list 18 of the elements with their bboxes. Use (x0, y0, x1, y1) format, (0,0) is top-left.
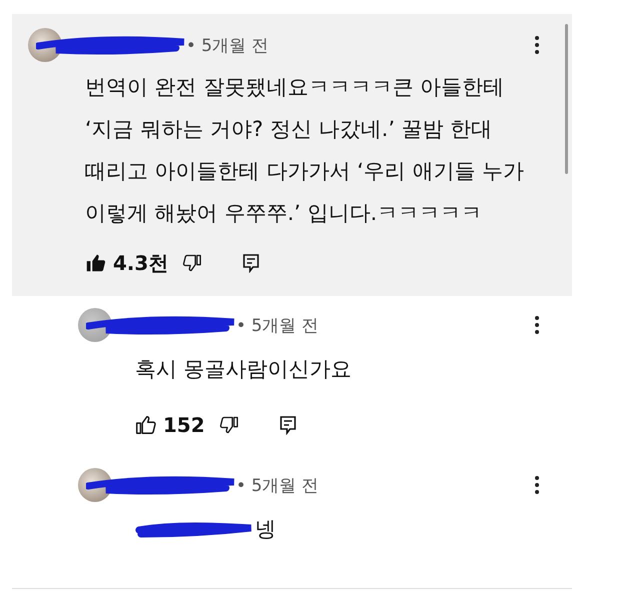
dislike-icon[interactable] (182, 253, 202, 273)
like-count: 152 (163, 413, 205, 437)
comment-text: 혹시 몽골사람이신가요 (135, 356, 353, 383)
comment-text: 번역이 완전 잘못됐네요ㅋㅋㅋㅋ큰 아들한테 ‘지금 뭐하는 거야? 정신 나갔네.’ 꿀밤 한대 때리고 아이들한테 다가가서 ‘우리 애기들 누가 이렇게 해놨어 우쭈쭈.’ 입니다.ㅋㅋㅋㅋㅋ (85, 74, 526, 227)
reply-icon[interactable] (278, 415, 297, 435)
more-options-icon[interactable] (534, 35, 540, 55)
like-icon[interactable] (85, 252, 107, 274)
dislike-icon[interactable] (218, 415, 239, 435)
comment-time: • 5개월 전 (236, 314, 319, 336)
more-options-icon[interactable] (534, 475, 540, 495)
reply-icon[interactable] (242, 253, 260, 273)
more-options-icon[interactable] (534, 315, 540, 335)
comment-time: • 5개월 전 (186, 34, 269, 56)
like-icon[interactable] (135, 414, 157, 436)
comment-time: • 5개월 전 (236, 474, 319, 496)
like-count: 4.3천 (113, 250, 168, 276)
comment-text: 넹 (135, 508, 597, 550)
scrollbar[interactable] (565, 24, 568, 174)
